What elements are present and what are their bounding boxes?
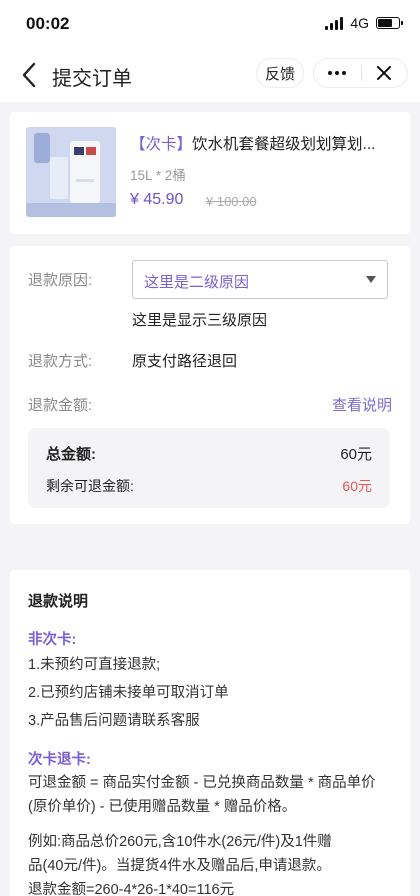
remaining-amount-label: 剩余可退金额: <box>46 478 134 494</box>
refund-reason-label: 退款原因: <box>28 272 93 289</box>
product-name: 饮水机套餐超级划划算划... <box>192 136 376 153</box>
close-button[interactable] <box>361 59 407 87</box>
close-icon <box>377 66 392 80</box>
formula-line: 可退金额 = 商品实付金额 - 已兑换商品数量 * 商品单价 <box>28 775 376 791</box>
signal-icon <box>325 16 344 30</box>
non-card-item: 2.已预约店铺未接单可取消订单 <box>28 685 229 701</box>
feedback-button[interactable]: 反馈 <box>256 58 304 88</box>
amount-summary: 总金额: 60元 剩余可退金额: 60元 <box>28 428 390 508</box>
refund-reason-value: 这里是二级原因 <box>144 274 250 291</box>
total-amount-value: 60元 <box>340 446 372 463</box>
chevron-left-icon <box>22 62 36 88</box>
refund-method-label: 退款方式: <box>28 353 93 370</box>
product-title[interactable]: 【次卡】饮水机套餐超级划划算划... <box>130 132 394 154</box>
status-time: 00:02 <box>26 14 70 33</box>
refund-reason-level3: 这里是显示三级原因 <box>132 312 268 329</box>
remaining-amount-value: 60元 <box>342 478 372 494</box>
mini-program-capsule <box>313 58 408 88</box>
product-card: 【次卡】饮水机套餐超级划划算划... 15L * 2桶 ¥ 45.90 ¥ 10… <box>10 112 410 234</box>
nav-bar: 提交订单 反馈 <box>0 48 420 102</box>
back-button[interactable] <box>14 60 44 90</box>
explanation-title: 退款说明 <box>28 593 89 610</box>
product-spec: 15L * 2桶 <box>130 168 186 183</box>
more-button[interactable] <box>314 59 361 87</box>
page-title: 提交订单 <box>52 68 132 90</box>
battery-level <box>378 19 392 27</box>
non-card-item: 1.未预约可直接退款; <box>28 657 161 673</box>
product-tag: 【次卡】 <box>130 136 193 153</box>
product-image <box>26 127 116 217</box>
status-bar: 00:02 4G <box>0 0 420 48</box>
product-price: ¥ 45.90 <box>130 191 184 208</box>
example-line: 例如:商品总价260元,含10件水(26元/件)及1件赠 <box>28 834 332 850</box>
status-indicators: 4G <box>325 15 403 31</box>
network-type: 4G <box>350 15 369 31</box>
example-line: 品(40元/件)。当提货4件水及赠品后,申请退款。 <box>28 858 331 874</box>
view-explanation-link[interactable]: 查看说明 <box>332 394 392 415</box>
product-original-price: ¥ 100.00 <box>206 194 257 209</box>
refund-explanation-card: 退款说明 非次卡: 1.未预约可直接退款; 2.已预约店铺未接单可取消订单 3.… <box>10 570 410 896</box>
total-amount-label: 总金额: <box>46 446 96 463</box>
formula-line: (原价单价) - 已使用赠品数量 * 赠品价格。 <box>28 799 297 815</box>
card-refund-title: 次卡退卡: <box>28 752 91 768</box>
refund-amount-label: 退款金额: <box>28 397 93 414</box>
non-card-item: 3.产品售后问题请联系客服 <box>28 713 200 729</box>
non-card-title: 非次卡: <box>28 632 77 648</box>
refund-form-card: 退款原因: 这里是二级原因 这里是显示三级原因 退款方式: 原支付路径退回 退款… <box>10 246 410 524</box>
dropdown-caret-icon <box>366 276 376 283</box>
example-line: 退款金额=260-4*26-1*40=116元 <box>28 882 235 896</box>
refund-reason-select[interactable]: 这里是二级原因 <box>132 260 388 299</box>
battery-icon <box>376 17 403 29</box>
refund-method-value: 原支付路径退回 <box>132 353 238 370</box>
